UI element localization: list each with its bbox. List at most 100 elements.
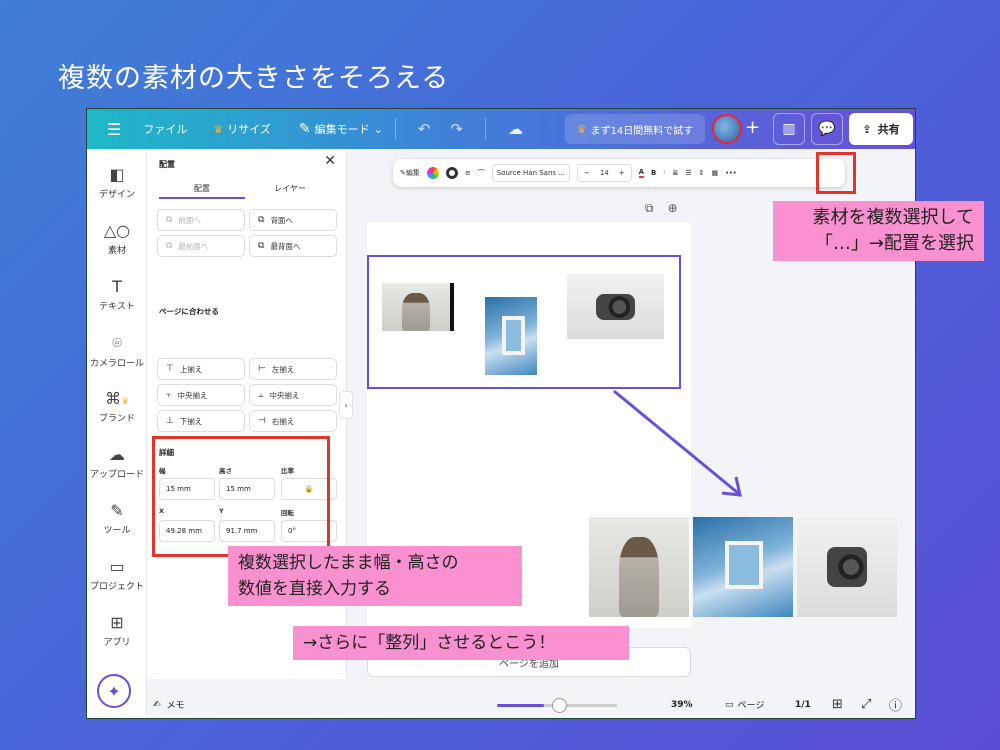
- border-weight-icon[interactable]: ≡: [465, 169, 471, 177]
- help-icon[interactable]: ⓘ: [889, 695, 902, 714]
- align-bottom-button[interactable]: ⊥ 下揃え: [157, 410, 245, 432]
- resize-button[interactable]: ♛ リサイズ: [213, 121, 271, 137]
- button-label: 右揃え: [271, 416, 295, 426]
- button-label: 前面へ: [178, 215, 201, 225]
- annotation-highlight-more-button: [816, 152, 856, 194]
- rail-item-projects[interactable]: ▭ プロジェクト: [87, 557, 147, 592]
- photo-polaroid-sky-aligned[interactable]: [693, 517, 793, 617]
- grid-view-icon[interactable]: ⊞: [832, 697, 843, 712]
- divider: [485, 118, 486, 140]
- annotation-note-top-right: 素材を複数選択して 「…」→配置を選択: [773, 201, 984, 261]
- photo-camera-aligned[interactable]: [797, 517, 897, 617]
- apps-icon: ⊞: [110, 613, 124, 632]
- rail-item-label: テキスト: [99, 302, 135, 312]
- share-label: 共有: [877, 123, 900, 136]
- text-align-icon[interactable]: ≣: [672, 169, 678, 177]
- annotation-line: 「…」→配置を選択: [814, 233, 974, 254]
- rail-item-camera-roll[interactable]: ⌾ カメラロール: [87, 333, 147, 369]
- elements-icon: △○: [103, 221, 131, 240]
- button-label: 中央揃え: [177, 390, 208, 400]
- add-collaborator-icon[interactable]: +: [745, 117, 760, 138]
- notes-label: メモ: [166, 701, 185, 711]
- corner-radius-icon[interactable]: ⌒: [478, 168, 485, 178]
- zoom-level[interactable]: 39%: [671, 700, 693, 710]
- duplicate-page-icon[interactable]: ⧉: [645, 201, 654, 216]
- annotation-highlight-details: [152, 436, 330, 557]
- align-middle-button[interactable]: ⫟ 中央揃え: [157, 384, 245, 406]
- notes-icon: ✍: [153, 699, 161, 710]
- rail-item-tools[interactable]: ✎ ツール: [87, 501, 147, 536]
- align-top-button[interactable]: ⊤ 上揃え: [157, 358, 245, 380]
- collapse-panel-icon[interactable]: ‹: [339, 391, 353, 419]
- pages-icon: ▭: [725, 699, 734, 710]
- increase-size-button[interactable]: +: [619, 169, 625, 177]
- transparency-icon[interactable]: ▦: [712, 169, 719, 177]
- text-toolbar: ✎ 編集 ≡ ⌒ Source Han Sans ... − 14 + A B …: [393, 159, 845, 187]
- redo-icon[interactable]: ↷: [450, 120, 463, 138]
- magic-assistant-icon[interactable]: ✦: [97, 674, 131, 708]
- crown-icon: ♛: [576, 122, 587, 136]
- border-style-icon[interactable]: [445, 167, 458, 179]
- bring-forward-button[interactable]: ⧉ 前面へ: [157, 209, 245, 231]
- send-backward-button[interactable]: ⧉ 背面へ: [249, 209, 337, 231]
- folder-icon: ▭: [109, 557, 125, 576]
- rail-item-text[interactable]: T テキスト: [87, 277, 147, 312]
- font-size-stepper[interactable]: − 14 +: [576, 164, 632, 182]
- file-menu[interactable]: ファイル: [143, 121, 187, 137]
- align-top-icon: ⊤: [166, 364, 174, 374]
- italic-icon[interactable]: I: [663, 169, 665, 177]
- insights-icon[interactable]: ▥: [773, 113, 805, 145]
- align-left-icon: ⊢: [258, 364, 266, 374]
- list-icon[interactable]: ☰: [685, 169, 691, 177]
- undo-icon[interactable]: ↶: [418, 120, 431, 138]
- tab-layers[interactable]: レイヤー: [247, 183, 333, 194]
- bring-to-front-button[interactable]: ⧉ 最前面へ: [157, 235, 245, 257]
- send-backward-icon: ⧉: [258, 215, 265, 225]
- send-to-back-button[interactable]: ⧉ 最背面へ: [249, 235, 337, 257]
- tab-position[interactable]: 配置: [159, 183, 245, 194]
- edit-button[interactable]: ✎ 編集: [400, 168, 420, 178]
- rail-item-apps[interactable]: ⊞ アプリ: [87, 613, 147, 648]
- color-picker-icon[interactable]: [426, 167, 439, 179]
- align-right-icon: ⊣: [258, 416, 266, 426]
- crown-icon: ♛: [213, 122, 224, 136]
- share-icon: ⇪: [862, 122, 872, 136]
- font-dropdown[interactable]: Source Han Sans ...: [491, 164, 570, 182]
- rail-item-upload[interactable]: ☁ アップロード: [87, 445, 147, 480]
- rail-item-label: ツール: [103, 526, 131, 536]
- decrease-size-button[interactable]: −: [584, 169, 590, 177]
- zoom-slider[interactable]: [497, 698, 617, 713]
- cloud-saved-icon: ☁: [508, 120, 523, 138]
- bold-icon[interactable]: B: [651, 169, 656, 177]
- align-left-button[interactable]: ⊢ 左揃え: [249, 358, 337, 380]
- pages-button[interactable]: ▭ ページ: [725, 698, 764, 712]
- free-trial-button[interactable]: ♛ まず14日間無料で試す: [565, 114, 705, 144]
- rail-item-design[interactable]: ◧ デザイン: [87, 165, 147, 200]
- font-size-value[interactable]: 14: [600, 169, 609, 177]
- bottom-bar: ✍ メモ 39% ▭ ページ 1/1 ⊞ ⤢ ⓘ: [147, 689, 915, 718]
- comment-icon[interactable]: 💬: [811, 113, 843, 145]
- annotation-line: 複数選択したまま幅・高さの: [238, 553, 459, 573]
- more-options-button[interactable]: ···: [725, 168, 736, 179]
- share-button[interactable]: ⇪ 共有: [849, 113, 913, 145]
- rail-item-brand[interactable]: ⌘♛ ブランド: [87, 389, 147, 424]
- zoom-slider-handle[interactable]: [551, 698, 567, 713]
- edit-mode-dropdown[interactable]: ✎ 編集モード ⌄: [299, 121, 383, 137]
- fullscreen-icon[interactable]: ⤢: [861, 697, 871, 712]
- spacing-icon[interactable]: ⇕: [699, 169, 705, 177]
- notes-button[interactable]: ✍ メモ: [153, 698, 185, 712]
- align-right-button[interactable]: ⊣ 右揃え: [249, 410, 337, 432]
- left-rail: ◧ デザイン △○ 素材 T テキスト ⌾ カメラロール ⌘♛ ブランド ☁ ア…: [87, 149, 147, 718]
- close-icon[interactable]: ✕: [324, 153, 336, 169]
- annotation-line: 素材を複数選択して: [812, 207, 974, 228]
- menu-icon[interactable]: ☰: [107, 120, 121, 139]
- rail-item-label: デザイン: [98, 190, 135, 200]
- text-color-icon[interactable]: A: [638, 168, 645, 178]
- pencil-icon: ✎: [298, 121, 311, 137]
- rail-item-label: アプリ: [103, 638, 131, 648]
- add-page-icon[interactable]: ⊕: [668, 201, 678, 216]
- align-center-button[interactable]: ⫠ 中央揃え: [249, 384, 337, 406]
- rail-item-elements[interactable]: △○ 素材: [87, 221, 147, 256]
- photo-woman-aligned[interactable]: [589, 517, 689, 617]
- avatar[interactable]: [712, 114, 742, 144]
